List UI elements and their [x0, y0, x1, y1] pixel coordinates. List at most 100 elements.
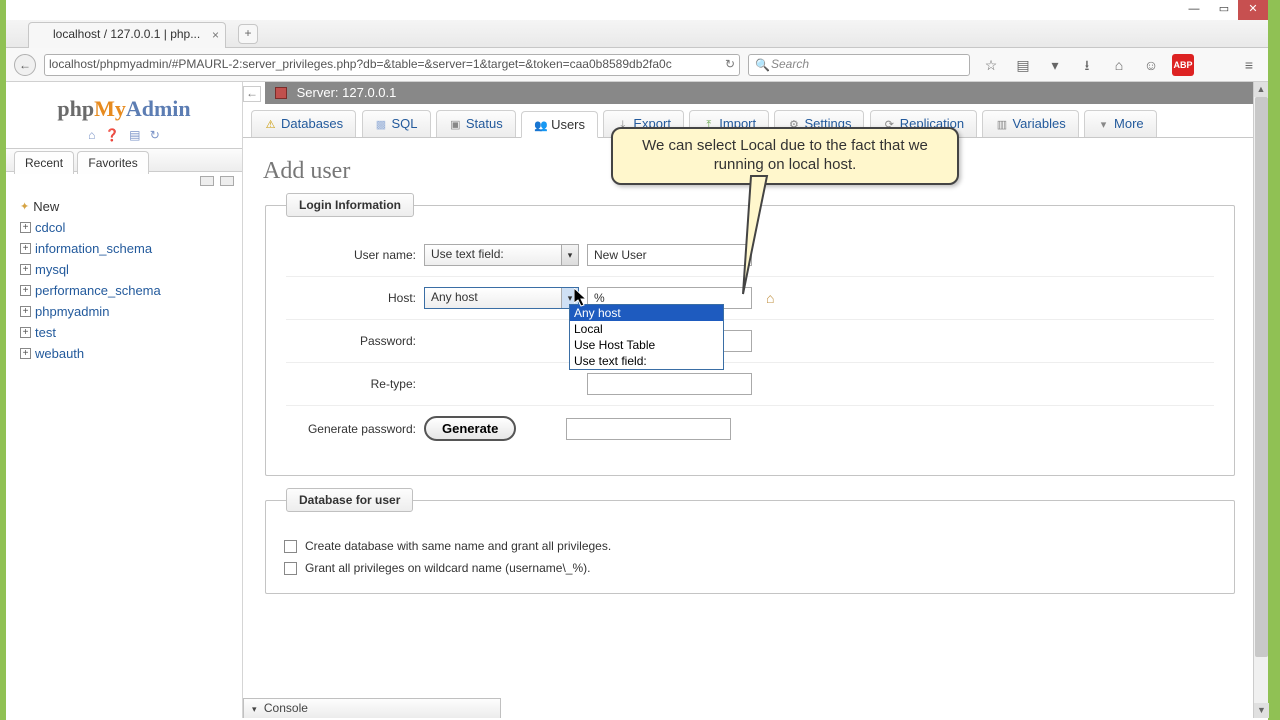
host-option[interactable]: Use text field:	[570, 353, 723, 369]
window-close[interactable]: ✕	[1238, 0, 1268, 20]
create-db-label: Create database with same name and grant…	[305, 539, 611, 553]
console-label: Console	[264, 701, 308, 715]
generate-button[interactable]: Generate	[424, 416, 516, 441]
generated-password-input[interactable]	[566, 418, 731, 440]
pocket-icon[interactable]: ▾	[1044, 54, 1066, 76]
status-icon: ▣	[449, 118, 462, 131]
expand-icon[interactable]: +	[20, 348, 31, 359]
search-placeholder: Search	[771, 57, 809, 71]
host-option[interactable]: Use Host Table	[570, 337, 723, 353]
reload-small-icon[interactable]: ↻	[150, 128, 160, 142]
tree-db[interactable]: + webauth	[20, 343, 236, 364]
browser-tab[interactable]: localhost / 127.0.0.1 | php... ×	[28, 22, 226, 48]
scrollbar[interactable]: ▲ ▼	[1253, 82, 1268, 718]
settings-small-icon[interactable]: ▤	[129, 128, 140, 142]
back-button[interactable]: ←	[14, 54, 36, 76]
expand-icon[interactable]: +	[20, 222, 31, 233]
recent-tab[interactable]: Recent	[14, 151, 74, 174]
tab-title: localhost / 127.0.0.1 | php...	[53, 27, 200, 41]
host-label: Host:	[286, 291, 416, 305]
tab-sql[interactable]: ▩SQL	[362, 110, 431, 137]
tab-close-icon[interactable]: ×	[212, 28, 219, 42]
help-small-icon[interactable]: ❓	[105, 128, 120, 142]
tree-db[interactable]: +information_schema	[20, 238, 236, 259]
url-text: localhost/phpmyadmin/#PMAURL-2:server_pr…	[49, 57, 672, 71]
nav-collapse-handle[interactable]: ←	[243, 86, 261, 102]
tab-more[interactable]: ▾More	[1084, 110, 1157, 137]
breadcrumb-server[interactable]: Server: 127.0.0.1	[265, 82, 1268, 104]
tab-databases[interactable]: ⚠Databases	[251, 110, 356, 137]
console-caret-icon: ▾	[252, 704, 257, 714]
variables-icon: ▥	[995, 118, 1008, 131]
database-for-user-group: Database for user Create database with s…	[265, 500, 1235, 594]
expand-icon[interactable]: +	[20, 306, 31, 317]
tab-variables[interactable]: ▥Variables	[982, 110, 1078, 137]
tab-users[interactable]: 👥Users	[521, 111, 598, 138]
username-input[interactable]	[587, 244, 752, 266]
tree-db[interactable]: + mysql	[20, 259, 236, 280]
tree-db[interactable]: +phpmyadmin	[20, 301, 236, 322]
logo-php: php	[57, 96, 94, 121]
list-icon[interactable]: ▤	[1012, 54, 1034, 76]
username-label: User name:	[286, 248, 416, 262]
hamburger-menu-icon[interactable]: ≡	[1238, 54, 1260, 76]
server-label: Server:	[297, 85, 339, 100]
scroll-thumb[interactable]	[1255, 97, 1268, 657]
create-db-checkbox[interactable]	[284, 540, 297, 553]
chat-icon[interactable]: ☺	[1140, 54, 1162, 76]
username-mode-value: Use text field:	[431, 247, 504, 261]
scroll-down-icon[interactable]: ▼	[1254, 703, 1269, 718]
db-name: webauth	[35, 346, 84, 361]
home-icon[interactable]: ⌂	[1108, 54, 1130, 76]
reload-icon[interactable]: ↻	[725, 57, 735, 71]
grant-wildcard-label: Grant all privileges on wildcard name (u…	[305, 561, 590, 575]
tree-db[interactable]: + performance_schema	[20, 280, 236, 301]
host-mode-value: Any host	[431, 290, 478, 304]
server-icon	[275, 87, 287, 99]
adblock-icon[interactable]: ABP	[1172, 54, 1194, 76]
db-name: performance_schema	[35, 283, 161, 298]
phpmyadmin-logo: phpMyAdmin	[6, 82, 242, 126]
password-label: Password:	[286, 334, 416, 348]
callout-text: We can select Local due to the fact that…	[642, 137, 928, 173]
expand-icon[interactable]: +	[20, 327, 31, 338]
tree-db[interactable]: + cdcol	[20, 217, 236, 238]
window-maximize[interactable]: ▭	[1210, 0, 1238, 20]
tree-db[interactable]: +test	[20, 322, 236, 343]
window-minimize[interactable]: —	[1180, 0, 1208, 20]
host-option[interactable]: Local	[570, 321, 723, 337]
home-small-icon[interactable]: ⌂	[88, 128, 95, 142]
db-name: cdcol	[35, 220, 65, 235]
console-bar[interactable]: ▾ Console	[243, 698, 501, 718]
username-mode-select[interactable]: Use text field: ▾	[424, 244, 579, 266]
new-db-icon: ✦	[20, 200, 29, 213]
db-name: mysql	[35, 262, 69, 277]
scroll-up-icon[interactable]: ▲	[1254, 82, 1268, 97]
url-bar[interactable]: localhost/phpmyadmin/#PMAURL-2:server_pr…	[44, 54, 740, 76]
host-dropdown-list: Any host Local Use Host Table Use text f…	[569, 304, 724, 370]
dbfor-legend: Database for user	[286, 488, 413, 512]
expand-icon[interactable]: +	[20, 264, 31, 275]
expand-icon[interactable]: +	[20, 243, 31, 254]
expand-icon[interactable]: +	[20, 285, 31, 296]
downloads-icon[interactable]: ⭳	[1076, 54, 1098, 76]
host-mode-select[interactable]: Any host ▾	[424, 287, 579, 309]
collapse-all-icon[interactable]	[200, 176, 214, 186]
link-icon[interactable]	[220, 176, 234, 186]
tree-new[interactable]: ✦ New	[20, 196, 236, 217]
search-icon: 🔍	[755, 58, 770, 72]
favorites-tab[interactable]: Favorites	[77, 151, 148, 174]
new-tab-button[interactable]: +	[238, 24, 258, 44]
chevron-down-icon: ▾	[561, 245, 578, 265]
logo-admin: Admin	[126, 96, 191, 121]
search-box[interactable]: 🔍 Search	[748, 54, 970, 76]
host-option[interactable]: Any host	[570, 305, 723, 321]
generate-password-label: Generate password:	[286, 422, 416, 436]
databases-icon: ⚠	[264, 118, 277, 131]
server-host: 127.0.0.1	[342, 85, 396, 100]
bookmark-icon[interactable]: ☆	[980, 54, 1002, 76]
tab-status[interactable]: ▣Status	[436, 110, 516, 137]
logo-my: My	[94, 96, 126, 121]
retype-input[interactable]	[587, 373, 752, 395]
grant-wildcard-checkbox[interactable]	[284, 562, 297, 575]
